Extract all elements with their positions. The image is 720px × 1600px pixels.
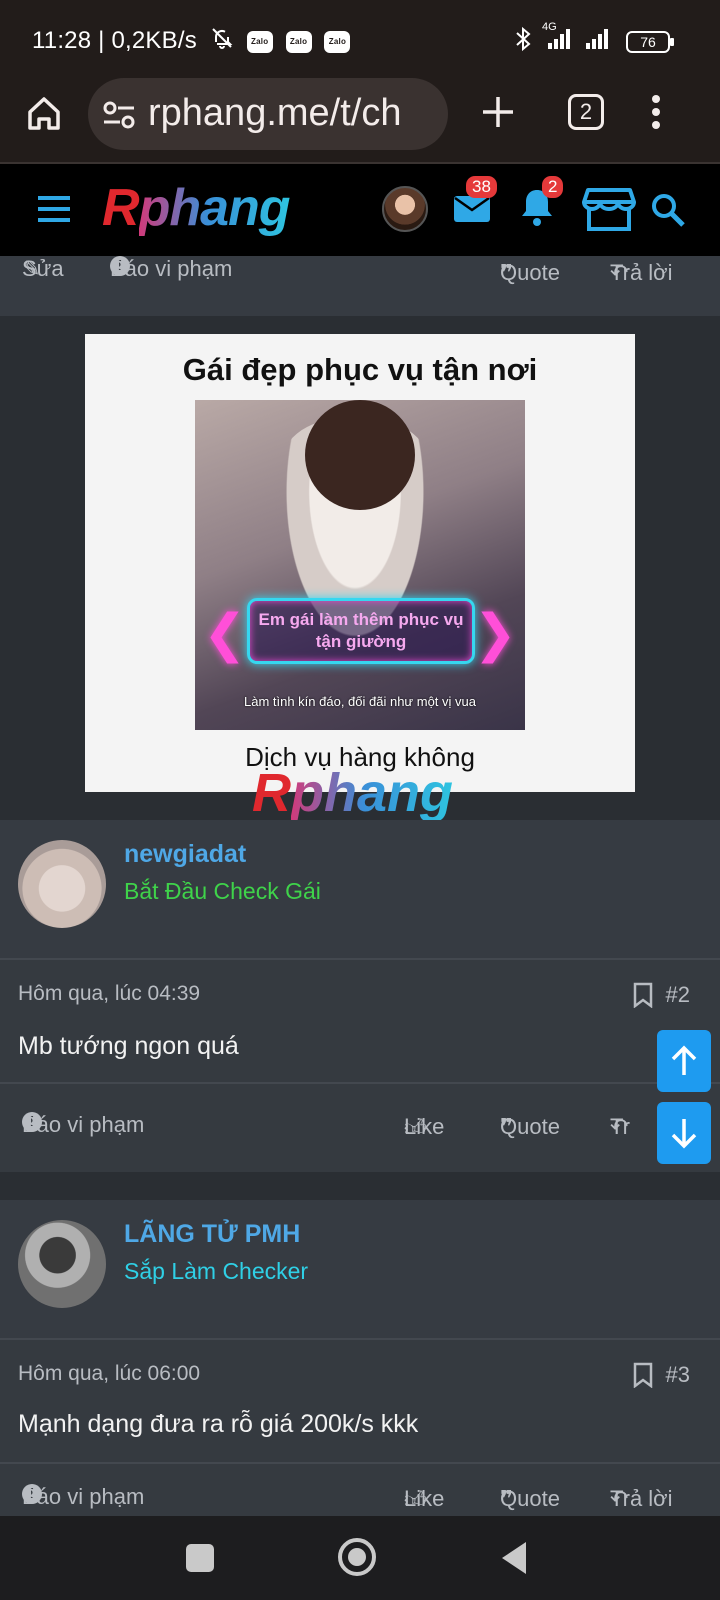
- reply-label: Tr: [610, 1114, 630, 1139]
- chevron-right-icon: ❯: [473, 605, 517, 663]
- ad-title: Gái đẹp phục vụ tận nơi: [182, 352, 538, 387]
- reply-label: Trả lời: [610, 260, 673, 285]
- circle-icon[interactable]: [338, 1538, 376, 1576]
- user-title: Sắp Làm Checker: [124, 1258, 309, 1284]
- quote-label: Quote: [500, 1486, 560, 1511]
- status-indicators: 4G 76: [514, 21, 674, 57]
- kebab-menu-icon[interactable]: [648, 92, 664, 137]
- bookmark-icon[interactable]: [632, 982, 654, 1013]
- ad-image[interactable]: ❮ ❯ Em gái làm thêm phục vụ tận giường L…: [195, 400, 525, 730]
- bell-off-icon: [210, 26, 234, 57]
- bookmark-icon[interactable]: [632, 1362, 654, 1393]
- scroll-top-button[interactable]: [657, 1030, 711, 1092]
- alerts-badge: 2: [542, 176, 564, 198]
- username[interactable]: newgiadat: [124, 840, 246, 869]
- system-navigation-bar: [0, 1516, 720, 1600]
- post-user-header: newgiadat Bắt Đầu Check Gái: [0, 820, 720, 958]
- reply-label: Trả lời: [610, 1486, 673, 1511]
- store-icon[interactable]: [582, 186, 636, 237]
- site-logo[interactable]: Rphang: [102, 178, 291, 238]
- post-date[interactable]: Hôm qua, lúc 04:39: [18, 982, 200, 1006]
- cell-signal-icon: 4G: [542, 21, 574, 56]
- tune-icon[interactable]: [102, 100, 136, 135]
- post-content: Mạnh dạng đưa ra rỗ giá 200k/s kkk: [18, 1410, 419, 1438]
- home-icon[interactable]: [22, 92, 66, 141]
- post-content: Mb tướng ngon quá: [18, 1032, 239, 1060]
- like-label: Like: [404, 1114, 445, 1139]
- post-actions: ! Báo vi phạm 👍︎ Like ❞ Quote ↶ Trả lời: [0, 1464, 720, 1516]
- avatar[interactable]: [18, 1220, 106, 1308]
- ad-hair: [305, 400, 415, 510]
- battery-icon: 76: [626, 30, 674, 53]
- plus-icon[interactable]: [478, 92, 518, 137]
- avatar[interactable]: [18, 840, 106, 928]
- url-text[interactable]: rphang.me/t/ch: [148, 92, 440, 135]
- circle-inner: [348, 1548, 366, 1566]
- post-body: Hôm qua, lúc 04:39 #2 Mb tướng ngon quá: [0, 960, 720, 1082]
- post-body: Hôm qua, lúc 06:00 #3 Mạnh dạng đưa ra r…: [0, 1340, 720, 1462]
- bluetooth-icon: [514, 26, 532, 57]
- zalo-notification-icon: Zalo: [285, 30, 312, 53]
- username[interactable]: LÃNG TỬ PMH: [124, 1220, 300, 1249]
- tab-count: 2: [579, 99, 593, 124]
- logo-letter: R: [102, 179, 140, 237]
- advertisement[interactable]: Gái đẹp phục vụ tận nơi ❮ ❯ Em gái làm t…: [85, 334, 635, 792]
- zalo-notification-icon: Zalo: [246, 30, 273, 53]
- ad-neon-banner: Em gái làm thêm phục vụ tận giường: [247, 598, 475, 664]
- watermark-text: phang: [291, 763, 453, 823]
- search-icon[interactable]: [650, 192, 686, 233]
- tabs-icon[interactable]: 2: [568, 94, 604, 130]
- site-header: Rphang 38 2: [0, 164, 720, 256]
- network-type: 4G: [542, 21, 557, 33]
- cell-signal-icon: [584, 27, 616, 56]
- scroll-bottom-button[interactable]: [657, 1102, 711, 1164]
- browser-toolbar: rphang.me/t/ch 2: [0, 78, 720, 164]
- like-label: Like: [404, 1486, 445, 1511]
- status-time-text: 11:28 | 0,2KB/s: [32, 26, 197, 54]
- report-label: Báo vi phạm: [110, 256, 233, 281]
- status-time: 11:28 | 0,2KB/s Zalo Zalo Zalo: [32, 26, 351, 57]
- ad-neon-subtitle: Làm tình kín đáo, đối đãi như một vị vua: [243, 694, 476, 709]
- quote-label: Quote: [500, 1114, 560, 1139]
- status-bar: 11:28 | 0,2KB/s Zalo Zalo Zalo 4G 76: [0, 0, 720, 78]
- post-number[interactable]: #3: [666, 1362, 690, 1388]
- user-title: Bắt Đầu Check Gái: [124, 878, 321, 904]
- triangle-back-icon[interactable]: [500, 1540, 528, 1581]
- report-label: Báo vi phạm: [22, 1112, 145, 1137]
- site-watermark: Rphang: [252, 762, 453, 824]
- hamburger-icon[interactable]: [36, 194, 72, 229]
- post-user-header: LÃNG TỬ PMH Sắp Làm Checker: [0, 1200, 720, 1338]
- quote-label: Quote: [500, 260, 560, 285]
- post-number[interactable]: #2: [666, 982, 690, 1008]
- logo-text: phang: [138, 179, 291, 237]
- address-bar[interactable]: rphang.me/t/ch: [88, 78, 448, 150]
- watermark-letter: R: [252, 763, 291, 823]
- post-actions-top: ✎ Sửa ! Báo vi phạm ❞ Quote ↶ Trả lời: [0, 256, 720, 316]
- zalo-notification-icon: Zalo: [324, 30, 351, 53]
- arrow-down-icon: [670, 1117, 698, 1154]
- post-actions: ! Báo vi phạm 👍︎ Like ❞ Quote ↶ Tr: [0, 1084, 720, 1172]
- report-label: Báo vi phạm: [22, 1484, 145, 1509]
- avatar[interactable]: [382, 186, 428, 232]
- post-date[interactable]: Hôm qua, lúc 06:00: [18, 1362, 200, 1386]
- edit-label: Sửa: [22, 256, 64, 281]
- arrow-up-icon: [670, 1045, 698, 1082]
- square-icon[interactable]: [186, 1544, 214, 1572]
- messages-badge: 38: [466, 176, 497, 198]
- chevron-left-icon: ❮: [203, 605, 247, 663]
